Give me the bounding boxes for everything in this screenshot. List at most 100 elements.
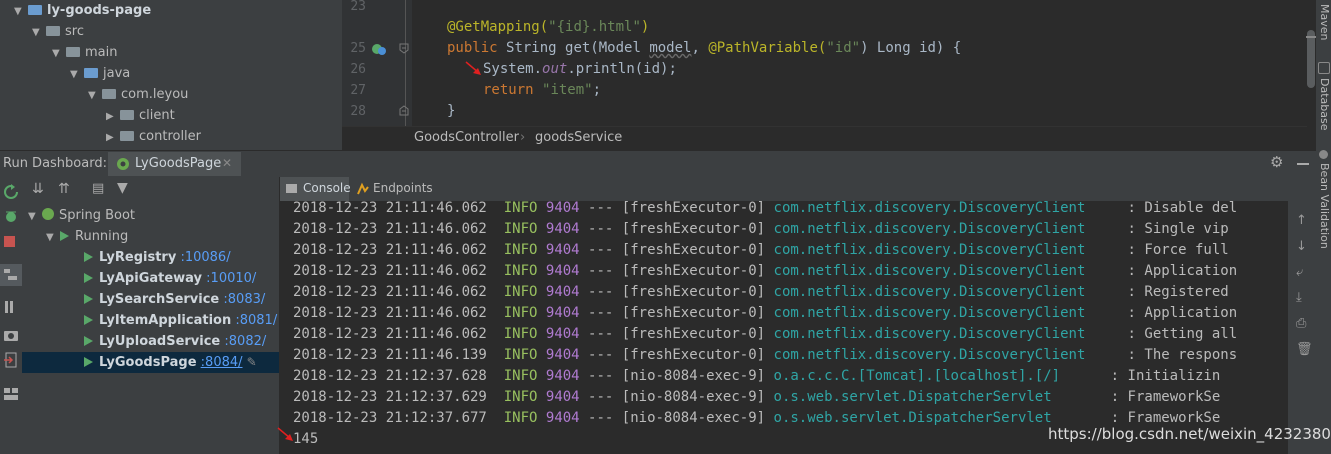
run-icon — [84, 294, 93, 304]
soft-wrap-icon[interactable]: ⤶ — [1296, 265, 1303, 280]
folder-icon — [46, 26, 60, 36]
tree-item-src[interactable]: ▼ src — [32, 21, 84, 42]
log-line: 2018-12-23 21:11:46.062 INFO 9404 --- [f… — [293, 305, 1238, 321]
line-number: 28 — [350, 104, 366, 119]
gear-icon[interactable]: ⚙ — [1270, 153, 1283, 171]
log-line: 2018-12-23 21:11:46.062 INFO 9404 --- [f… — [293, 326, 1238, 342]
log-line: 2018-12-23 21:11:46.062 INFO 9404 --- [f… — [293, 242, 1229, 258]
layout-icon[interactable] — [3, 386, 19, 402]
line-number: 25 — [350, 41, 366, 56]
close-icon[interactable]: ✕ — [222, 156, 232, 170]
print-icon[interactable]: ⎙ — [1296, 316, 1306, 331]
tree-item-package[interactable]: ▼ com.leyou — [88, 84, 188, 105]
service-item-lysearchservice[interactable]: LySearchService :8083/ — [84, 289, 265, 310]
log-line: 2018-12-23 21:11:46.062 INFO 9404 --- [f… — [293, 284, 1229, 300]
scroll-down-icon[interactable]: ↓ — [1296, 239, 1307, 254]
log-line: 2018-12-23 21:12:37.628 INFO 9404 --- [n… — [293, 368, 1221, 384]
bean-validation-icon — [1319, 150, 1328, 159]
code-line-27: return "item"; — [483, 82, 602, 98]
group-services-icon[interactable]: ▤ — [92, 181, 104, 196]
stop-icon[interactable] — [4, 236, 15, 247]
chevron-down-icon[interactable]: ▼ — [70, 64, 84, 85]
minimize-icon[interactable] — [1297, 163, 1309, 165]
service-item-lygoodspage[interactable]: LyGoodsPage :8084/ ✎ — [84, 352, 257, 373]
edit-icon[interactable]: ✎ — [247, 355, 257, 369]
log-line: 2018-12-23 21:12:37.629 INFO 9404 --- [n… — [293, 389, 1221, 405]
tree-item-java[interactable]: ▼ java — [70, 63, 130, 84]
bean-validation-tool-tab[interactable]: Bean Validation — [1318, 163, 1331, 249]
code-line-25: public String get(Model model, @PathVari… — [447, 40, 962, 56]
chevron-right-icon[interactable]: ▶ — [106, 127, 120, 148]
maven-tool-tab[interactable]: Maven — [1318, 4, 1331, 40]
console-icon — [286, 184, 297, 193]
tree-item-controller[interactable]: ▶ controller — [106, 126, 201, 147]
log-line: 2018-12-23 21:11:46.062 INFO 9404 --- [f… — [293, 263, 1238, 279]
chevron-down-icon[interactable]: ▼ — [32, 22, 46, 43]
watermark: https://blog.csdn.net/weixin_42323802 — [1048, 425, 1331, 443]
tab-endpoints[interactable]: Endpoints — [373, 181, 433, 195]
tab-console-label: Console — [303, 181, 351, 195]
filter-icon[interactable]: ▼ — [117, 180, 128, 196]
log-line: 2018-12-23 21:11:46.062 INFO 9404 --- [f… — [293, 221, 1229, 237]
code-line-23: @GetMapping("{id}.html") — [447, 19, 650, 35]
service-item-lyregistry[interactable]: LyRegistry :10086/ — [84, 247, 231, 268]
tree-item-main[interactable]: ▼ main — [52, 42, 117, 63]
run-icon — [84, 273, 93, 283]
line-number: 23 — [350, 0, 366, 14]
breadcrumb-class[interactable]: GoodsController — [414, 130, 519, 145]
run-tab-label: LyGoodsPage — [135, 156, 222, 171]
tree-item-module[interactable]: ▼ ly-goods-page — [14, 0, 151, 21]
tree-item-client[interactable]: ▶ client — [106, 105, 175, 126]
console-output-value: 145 — [293, 431, 319, 447]
exit-icon[interactable] — [3, 352, 19, 368]
service-item-lyuploadservice[interactable]: LyUploadService :8082/ — [84, 331, 266, 352]
chevron-down-icon[interactable]: ▼ — [46, 227, 60, 248]
run-dashboard-title: Run Dashboard: — [3, 156, 107, 171]
clear-all-icon[interactable]: 🗑 — [1296, 342, 1313, 357]
collapse-all-icon[interactable]: ⇈ — [58, 181, 70, 197]
tree-node-spring-boot[interactable]: ▼ Spring Boot — [28, 205, 135, 226]
rerun-icon[interactable] — [3, 184, 19, 200]
source-folder-icon — [84, 68, 98, 78]
group-icon — [4, 269, 17, 280]
line-number: 27 — [350, 83, 366, 98]
scroll-marker — [1306, 36, 1316, 38]
tree-node-running[interactable]: ▼ Running — [46, 226, 128, 247]
database-icon — [1318, 62, 1330, 74]
chevron-down-icon[interactable]: ▼ — [14, 1, 28, 22]
red-arrow-annotation-icon — [465, 61, 481, 75]
spring-boot-icon — [42, 208, 54, 220]
endpoints-icon — [357, 182, 369, 195]
chevron-down-icon[interactable]: ▼ — [52, 43, 66, 64]
fold-icon[interactable] — [398, 105, 410, 117]
chevron-down-icon[interactable]: ▼ — [88, 85, 102, 106]
package-icon — [120, 131, 134, 141]
spring-mapping-icon[interactable] — [371, 41, 387, 57]
camera-icon[interactable] — [3, 327, 19, 343]
service-item-lyapigateway[interactable]: LyApiGateway :10010/ — [84, 268, 256, 289]
chevron-down-icon[interactable]: ▼ — [28, 206, 42, 227]
fold-icon[interactable] — [398, 42, 410, 54]
line-number: 26 — [350, 62, 366, 77]
service-item-lyitemapplication[interactable]: LyItemApplication :8081/ ✎ — [84, 310, 291, 331]
log-line: 2018-12-23 21:11:46.139 INFO 9404 --- [f… — [293, 347, 1238, 363]
folder-icon — [66, 47, 80, 57]
run-icon — [84, 315, 93, 325]
scroll-to-end-icon[interactable]: ⤓ — [1296, 290, 1302, 305]
debug-icon[interactable] — [3, 208, 19, 224]
project-tree: ▼ ly-goods-page ▼ src ▼ main ▼ java ▼ com.ley… — [0, 0, 342, 150]
pause-icon[interactable] — [5, 301, 8, 313]
package-icon — [120, 110, 134, 120]
editor-scrollbar-thumb[interactable] — [1307, 30, 1315, 88]
chevron-right-icon[interactable]: ▶ — [106, 106, 120, 127]
code-line-28: } — [447, 103, 456, 119]
scroll-up-icon[interactable]: ↑ — [1296, 213, 1307, 228]
run-icon — [84, 336, 93, 346]
breadcrumb-field[interactable]: goodsService — [535, 130, 622, 145]
package-icon — [102, 89, 116, 99]
log-line: 2018-12-23 21:11:46.062 INFO 9404 --- [f… — [293, 200, 1238, 216]
red-arrow-annotation-icon — [277, 427, 293, 441]
database-tool-tab[interactable]: Database — [1318, 78, 1331, 131]
code-line-26: System.out.println(id); — [483, 61, 677, 77]
expand-all-icon[interactable]: ⇊ — [32, 181, 44, 197]
